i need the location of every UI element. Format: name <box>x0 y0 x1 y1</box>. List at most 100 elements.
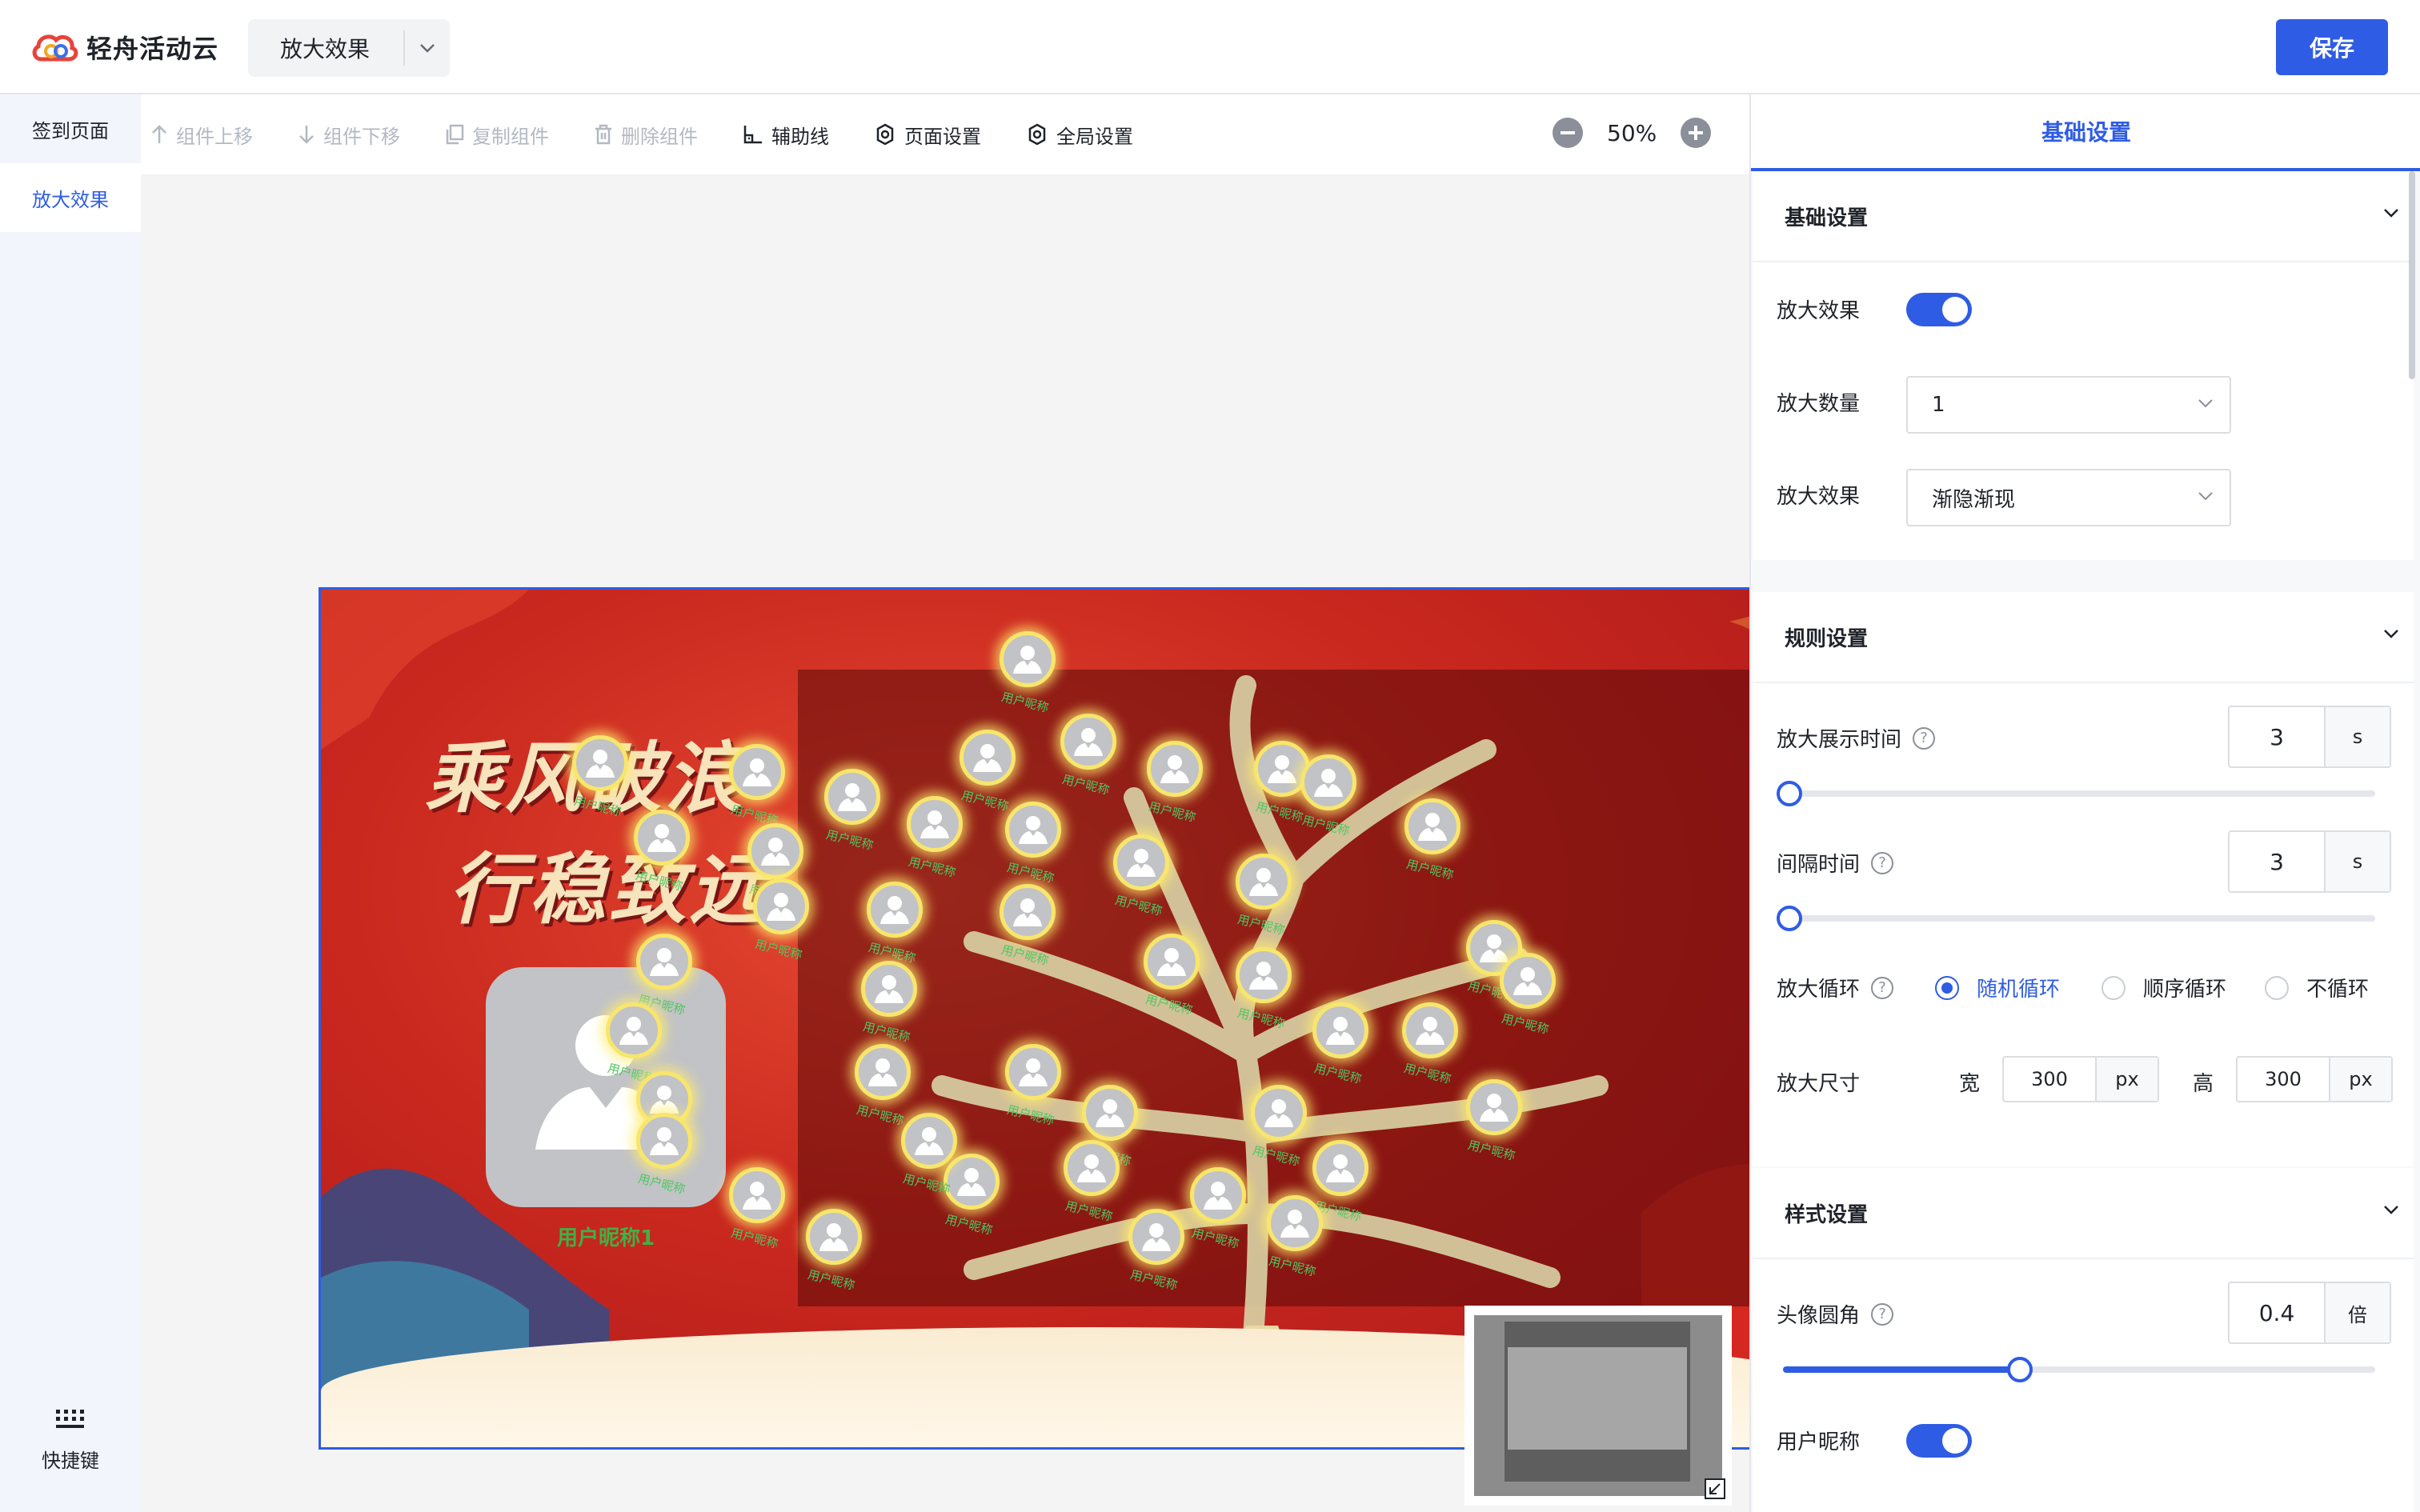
keyboard-icon <box>32 1406 109 1434</box>
avatar-radius-slider[interactable] <box>1783 1357 2375 1382</box>
wall-avatar <box>855 1043 912 1100</box>
shortcut-button[interactable]: 快捷键 <box>32 1406 109 1473</box>
show-time-slider-knob[interactable] <box>1777 781 1802 806</box>
wall-avatar <box>1312 1140 1369 1196</box>
wall-avatar <box>867 881 924 938</box>
move-down-button[interactable]: 组件下移 <box>298 121 400 149</box>
interval-slider[interactable] <box>1777 906 2375 931</box>
section-basic-body: 放大效果 放大数量 1 放大效果 渐隐渐现 <box>1753 262 2414 560</box>
wall-avatar <box>1236 947 1292 1004</box>
event-title-line2: 行稳致远 <box>449 844 769 934</box>
zoom-out-button[interactable] <box>1553 118 1583 148</box>
zoom-anim-select[interactable]: 渐隐渐现 <box>1906 469 2231 526</box>
zoom-effect-toggle[interactable] <box>1906 293 1972 326</box>
delete-component-button[interactable]: 删除组件 <box>594 121 698 149</box>
wall-avatar <box>959 730 1016 786</box>
wall-avatar <box>1401 1002 1458 1058</box>
loop-option-none-label: 不循环 <box>2306 978 2370 1002</box>
avatar-radius-label: 头像圆角 ? <box>1777 1299 1894 1329</box>
wall-avatar <box>1128 1209 1184 1265</box>
section-rules-header[interactable]: 规则设置 <box>1753 592 2414 683</box>
section-rules-body: 放大展示时间 ? 3 s 间隔时间 ? 3 s 放大循环 ? 随机循环 顺序循环… <box>1753 683 2414 1166</box>
tab-basic-settings[interactable]: 基础设置 <box>1751 94 2420 171</box>
height-input[interactable]: 300 px <box>2236 1056 2393 1102</box>
settings-body: 基础设置 放大效果 放大数量 1 放大效果 渐隐渐现 规则设置 放大展示时间 ?… <box>1751 171 2420 1512</box>
minimap-viewport <box>1474 1315 1722 1496</box>
interval-label: 间隔时间 ? <box>1777 848 1894 878</box>
zoom-level: 50% <box>1607 119 1657 146</box>
show-time-slider[interactable] <box>1777 781 2375 806</box>
arrow-up-icon <box>152 125 166 143</box>
global-settings-button[interactable]: 全局设置 <box>1026 121 1133 149</box>
help-icon[interactable]: ? <box>1871 976 1894 999</box>
chevron-down-icon[interactable] <box>403 30 450 66</box>
page-selector[interactable]: 放大效果 <box>248 19 450 77</box>
wall-avatar <box>900 1112 957 1169</box>
wall-avatar <box>747 823 803 880</box>
nickname-toggle[interactable] <box>1906 1424 1972 1458</box>
zoom-effect-label: 放大效果 <box>1777 299 1861 323</box>
editor-toolbar: 组件上移 组件下移 复制组件 删除组件 辅助线 页面设置 全局设置 <box>141 94 1133 174</box>
sidebar-item-zoom-effect[interactable]: 放大效果 <box>0 163 141 232</box>
width-label: 宽 <box>1959 1072 1981 1096</box>
interval-slider-knob[interactable] <box>1777 906 1802 931</box>
wall-avatar <box>728 743 785 800</box>
help-icon[interactable]: ? <box>1913 726 1936 750</box>
collapse-minimap-icon[interactable] <box>1703 1477 1727 1501</box>
page-settings-button[interactable]: 页面设置 <box>874 121 981 149</box>
wall-avatar <box>633 810 690 866</box>
zoom-count-select[interactable]: 1 <box>1906 376 2231 434</box>
loop-option-random[interactable]: 随机循环 <box>1935 973 2060 1002</box>
width-unit: px <box>2095 1058 2158 1101</box>
wall-avatar <box>1236 854 1292 910</box>
loop-option-sequential-label: 顺序循环 <box>2143 978 2227 1002</box>
gear-icon <box>876 123 894 146</box>
help-icon[interactable]: ? <box>1871 1302 1894 1326</box>
zoom-in-button[interactable] <box>1681 118 1712 148</box>
canvas-minimap[interactable] <box>1464 1306 1732 1506</box>
guides-button[interactable]: 辅助线 <box>743 121 829 149</box>
panel-scrollbar[interactable] <box>2409 171 2415 379</box>
wall-avatar <box>1112 834 1169 891</box>
avatar-radius-input[interactable]: 0.4 倍 <box>2228 1282 2391 1344</box>
avatar-radius-unit: 倍 <box>2324 1283 2390 1342</box>
loop-option-none[interactable]: 不循环 <box>2265 973 2369 1002</box>
featured-user-name: 用户昵称1 <box>556 1226 655 1250</box>
page-selector-value: 放大效果 <box>280 36 371 62</box>
width-value: 300 <box>2031 1068 2068 1090</box>
loop-option-sequential[interactable]: 顺序循环 <box>2101 973 2226 1002</box>
interval-input[interactable]: 3 s <box>2228 830 2391 893</box>
shortcut-label: 快捷键 <box>42 1450 99 1472</box>
show-time-unit: s <box>2324 707 2390 766</box>
section-style-header[interactable]: 样式设置 <box>1753 1168 2414 1259</box>
sidebar-item-checkin-page[interactable]: 签到页面 <box>0 94 141 163</box>
height-value: 300 <box>2265 1068 2302 1090</box>
wall-avatar <box>1005 801 1062 858</box>
interval-label-text: 间隔时间 <box>1777 853 1861 877</box>
copy-component-button[interactable]: 复制组件 <box>445 121 549 149</box>
avatar-radius-slider-knob[interactable] <box>2007 1357 2033 1382</box>
radio-dot <box>1935 975 1959 1000</box>
move-up-button[interactable]: 组件上移 <box>150 121 253 149</box>
wall-avatar <box>1146 741 1203 798</box>
show-time-label: 放大展示时间 ? <box>1777 723 1936 753</box>
avatar-radius-value: 0.4 <box>2258 1299 2295 1326</box>
save-button[interactable]: 保存 <box>2276 19 2388 75</box>
wall-avatar <box>907 796 964 852</box>
help-icon[interactable]: ? <box>1871 851 1894 874</box>
wall-avatar <box>1082 1085 1139 1142</box>
wall-avatar <box>999 884 1056 941</box>
size-label: 放大尺寸 <box>1777 1072 1861 1096</box>
move-up-label: 组件上移 <box>176 125 253 148</box>
section-basic-header[interactable]: 基础设置 <box>1753 171 2414 262</box>
delete-component-label: 删除组件 <box>621 125 698 148</box>
show-time-input[interactable]: 3 s <box>2228 706 2391 768</box>
minimap-stage <box>1508 1347 1687 1450</box>
wall-avatar <box>1189 1167 1246 1224</box>
wall-avatar <box>636 1112 693 1169</box>
wall-avatar <box>1144 934 1200 990</box>
width-input[interactable]: 300 px <box>2002 1056 2159 1102</box>
section-basic-title: 基础设置 <box>1785 206 1869 230</box>
page-sidebar: 签到页面 放大效果 快捷键 <box>0 94 141 1512</box>
move-down-label: 组件下移 <box>323 125 400 148</box>
